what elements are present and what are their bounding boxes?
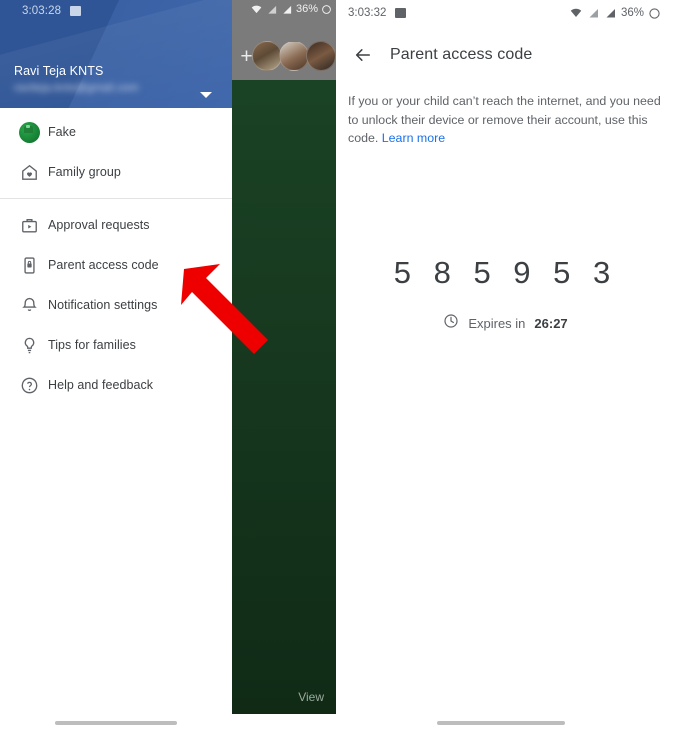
wifi-icon — [251, 5, 262, 13]
profile-avatar-icon — [10, 121, 48, 143]
status-bar-middle-icons: 36% — [250, 3, 332, 15]
sidebar-item-approval-requests[interactable]: Approval requests — [0, 205, 232, 245]
parent-access-code-screen: 3:03:32 36% Parent access code If you or… — [336, 0, 675, 737]
avatar[interactable] — [306, 41, 336, 71]
sidebar-item-label: Tips for families — [48, 338, 136, 352]
screenshot-root: 3:03:28 Ravi Teja KNTS raviteja.knts@gma… — [0, 0, 675, 737]
view-button[interactable]: View — [298, 690, 324, 704]
sidebar-item-notification-settings[interactable]: Notification settings — [0, 285, 232, 325]
wifi-icon — [570, 8, 582, 17]
navigation-drawer-panel: 3:03:28 Ravi Teja KNTS raviteja.knts@gma… — [0, 0, 232, 737]
signal-bars-icon — [589, 9, 598, 18]
image-icon — [70, 6, 82, 16]
sidebar-item-label: Fake — [48, 125, 76, 139]
sidebar-item-fake[interactable]: Fake — [0, 112, 232, 152]
status-bar-right-icons: 36% — [569, 7, 661, 20]
status-bar-time: 3:03:28 — [22, 5, 62, 17]
expiry-row: Expires in 26:27 — [336, 313, 675, 334]
lightbulb-icon — [10, 336, 48, 355]
sidebar-item-label: Family group — [48, 165, 121, 179]
sidebar-item-family-group[interactable]: Family group — [0, 152, 232, 192]
battery-circle-icon — [322, 4, 331, 14]
signal-bars-icon — [606, 9, 615, 18]
battery-percent-label: 36% — [295, 3, 318, 15]
background-app-strip: 36% + View — [232, 0, 336, 714]
avatar-group[interactable] — [252, 41, 336, 71]
signal-bars-icon — [268, 5, 277, 14]
sidebar-item-parent-access-code[interactable]: Parent access code — [0, 245, 232, 285]
battery-circle-icon — [649, 7, 660, 19]
app-bar: Parent access code — [336, 34, 675, 76]
gesture-nav-pill-right[interactable] — [437, 721, 565, 725]
status-bar-right: 3:03:32 36% — [336, 0, 675, 26]
status-bar-left: 3:03:28 — [0, 0, 232, 22]
account-block[interactable]: Ravi Teja KNTS raviteja.knts@gmail.com — [14, 64, 214, 94]
phone-lock-icon — [10, 256, 48, 275]
sidebar-item-label: Notification settings — [48, 298, 158, 312]
expiry-label: Expires in — [468, 316, 526, 331]
sidebar-item-label: Help and feedback — [48, 378, 154, 392]
avatar[interactable] — [252, 41, 282, 71]
sidebar-item-tips-for-families[interactable]: Tips for families — [0, 325, 232, 365]
gesture-nav-pill-left[interactable] — [55, 721, 177, 725]
battery-percent-label: 36% — [620, 7, 644, 19]
signal-bars-icon — [283, 5, 292, 14]
menu-divider — [0, 198, 232, 199]
arrow-back-icon[interactable] — [348, 40, 378, 70]
page-title: Parent access code — [390, 46, 533, 63]
drawer-header: 3:03:28 Ravi Teja KNTS raviteja.knts@gma… — [0, 0, 232, 108]
home-family-icon — [10, 163, 48, 182]
avatar[interactable] — [279, 41, 309, 71]
chevron-down-icon[interactable] — [200, 92, 212, 98]
account-email: raviteja.knts@gmail.com — [14, 82, 139, 94]
people-row: + — [232, 34, 336, 78]
description-text: If you or your child can’t reach the int… — [348, 92, 663, 148]
learn-more-link[interactable]: Learn more — [382, 131, 445, 145]
expiry-countdown: 26:27 — [534, 316, 568, 331]
drawer-menu: Fake Family group Approval requests Pare… — [0, 108, 232, 405]
status-bar-time: 3:03:32 — [348, 7, 387, 19]
sidebar-item-label: Approval requests — [48, 218, 150, 232]
bell-icon — [10, 296, 48, 315]
approval-play-icon — [10, 216, 48, 235]
access-code-value: 5 8 5 9 5 3 — [393, 255, 618, 290]
clock-icon — [443, 313, 459, 334]
help-circle-icon — [10, 376, 48, 395]
image-icon — [395, 8, 407, 18]
sidebar-item-help-and-feedback[interactable]: Help and feedback — [0, 365, 232, 405]
account-name: Ravi Teja KNTS — [14, 64, 104, 78]
sidebar-item-label: Parent access code — [48, 258, 159, 272]
